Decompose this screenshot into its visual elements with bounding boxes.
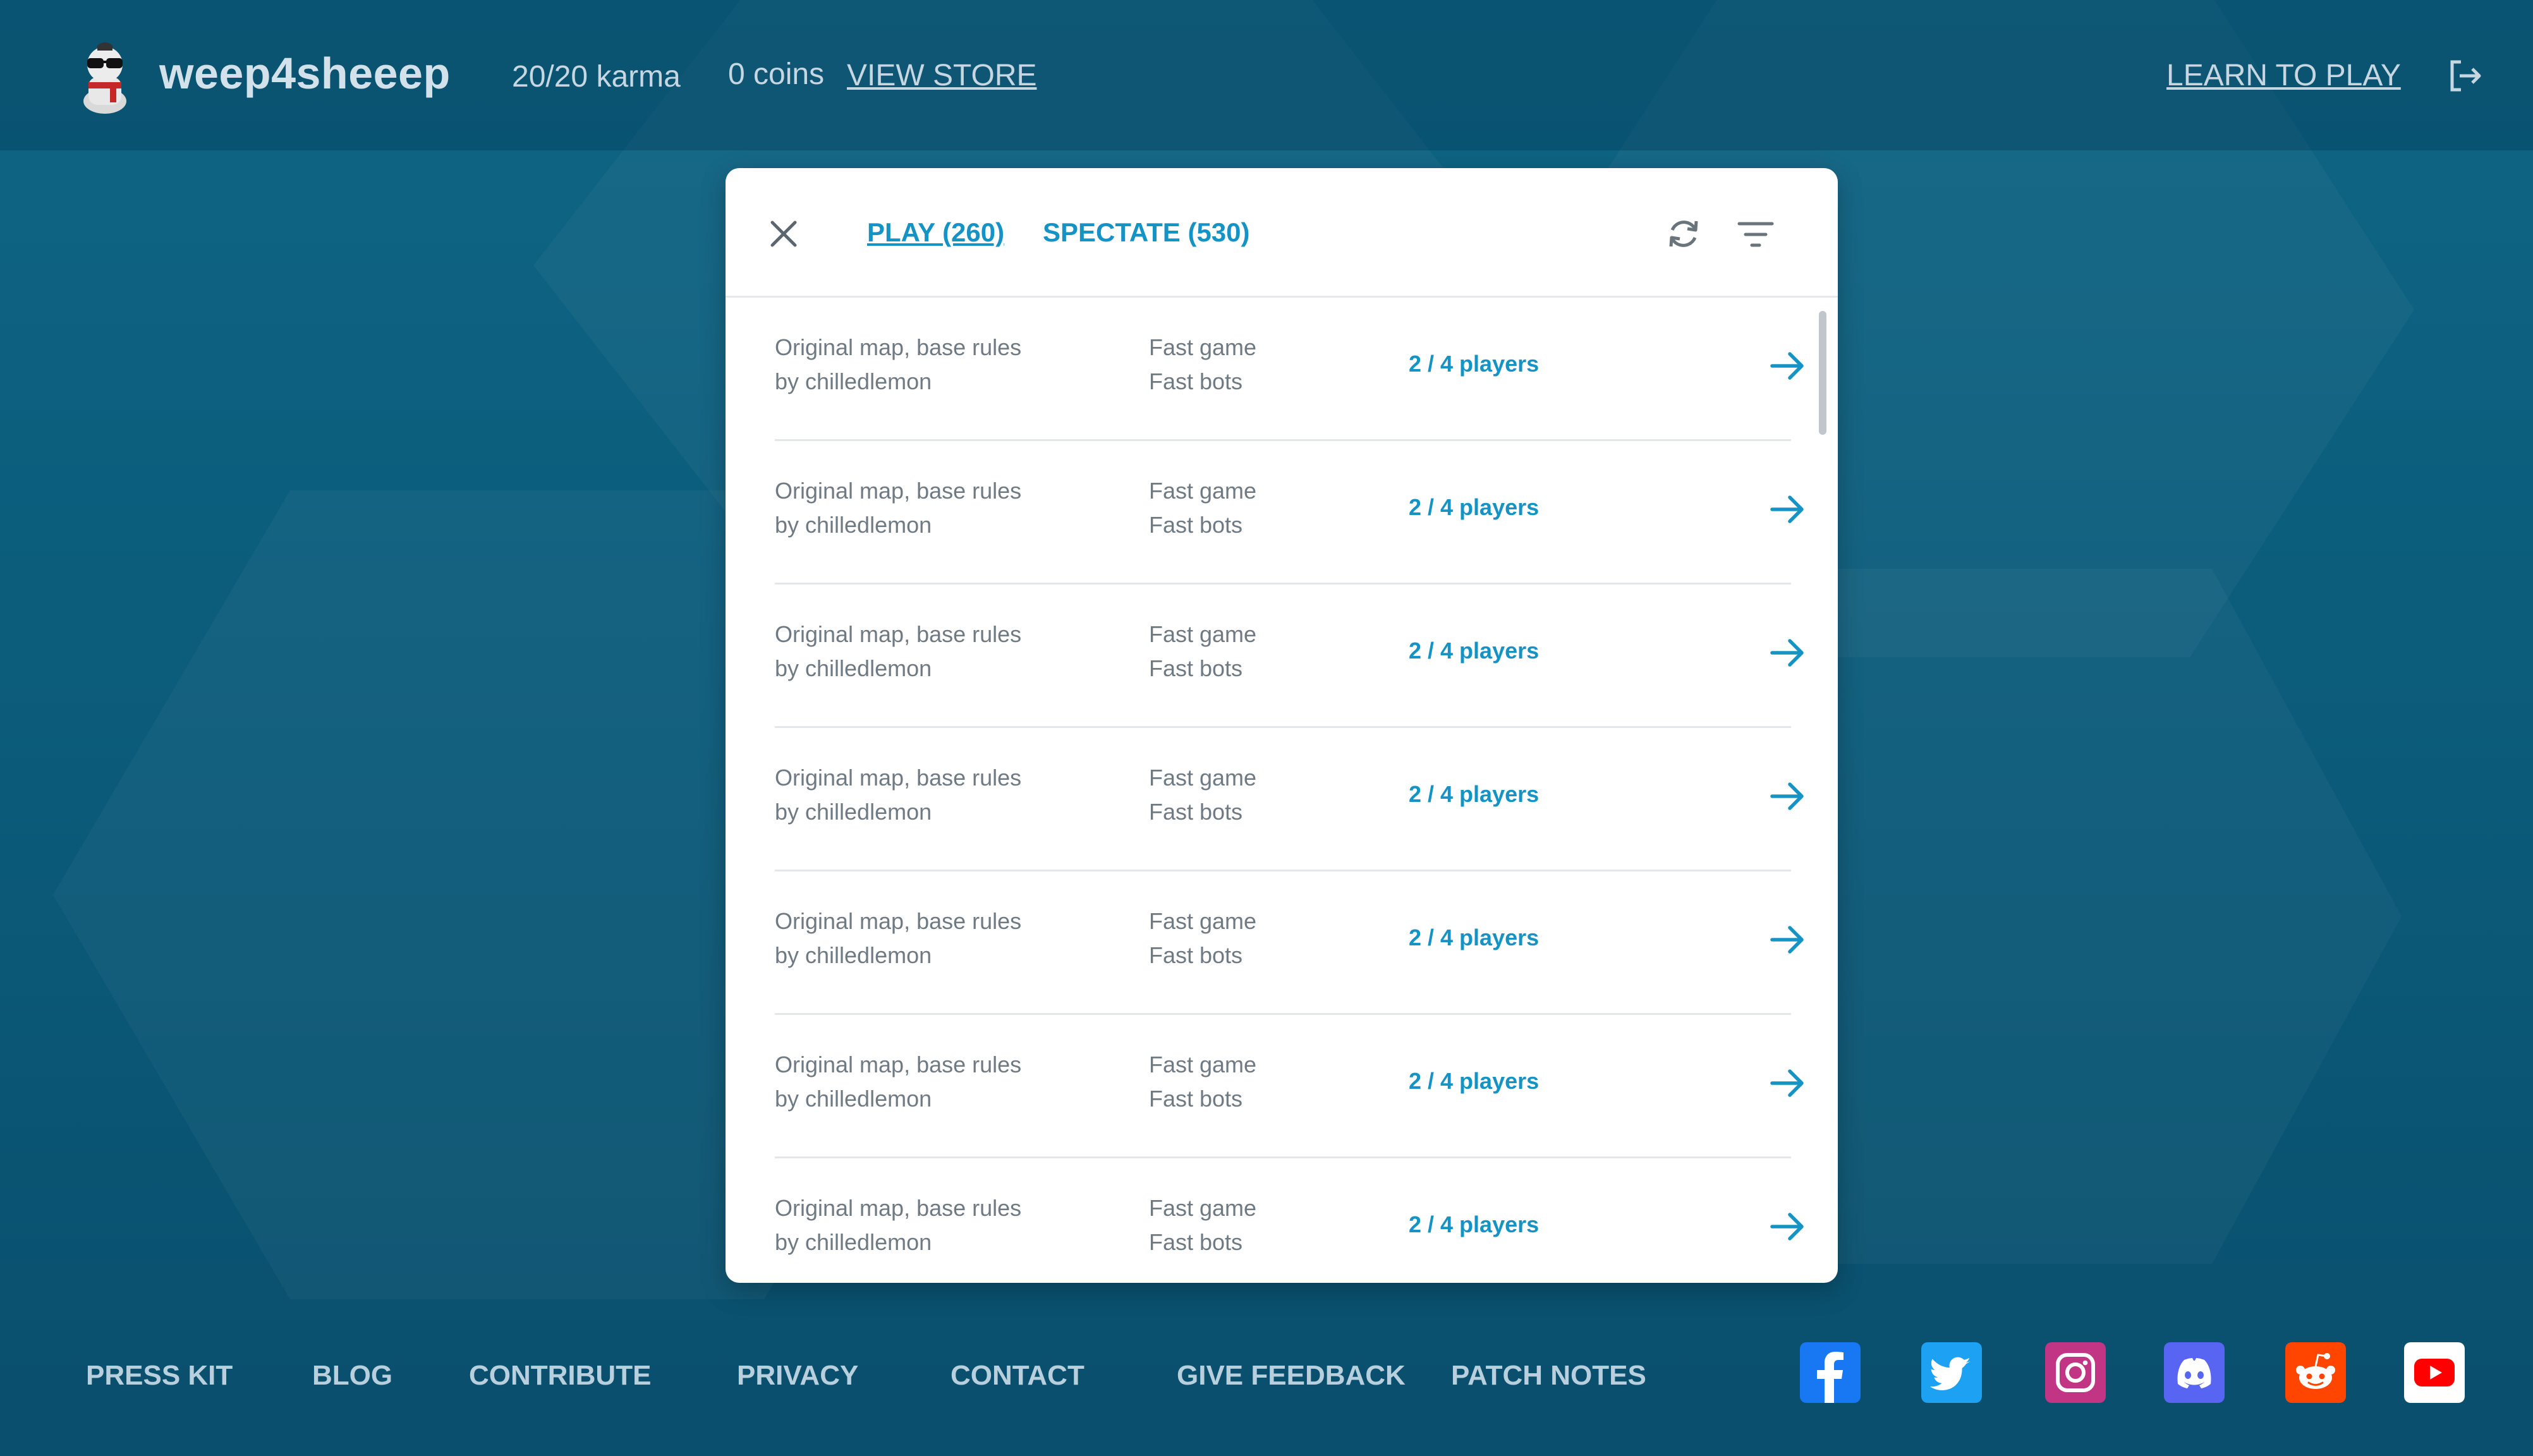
game-speed: Fast game — [1149, 765, 1257, 791]
player-count: 2 / 4 players — [1409, 1068, 1540, 1094]
game-bots: Fast bots — [1149, 1086, 1243, 1112]
game-row[interactable]: Original map, base rules by chilledlemon… — [775, 871, 1804, 1015]
game-map-info: Original map, base rules by chilledlemon — [775, 474, 1021, 542]
game-row[interactable]: Original map, base rules by chilledlemon… — [775, 585, 1804, 728]
game-map-info: Original map, base rules by chilledlemon — [775, 331, 1021, 399]
game-bots: Fast bots — [1149, 942, 1243, 968]
game-bots: Fast bots — [1149, 799, 1243, 825]
player-count: 2 / 4 players — [1409, 925, 1540, 950]
game-map-info: Original map, base rules by chilledlemon — [775, 761, 1021, 829]
game-map: Original map, base rules — [775, 1052, 1022, 1077]
reddit-icon[interactable] — [2285, 1342, 2346, 1403]
footer-link-privacy[interactable]: PRIVACY — [737, 1360, 858, 1392]
join-arrow-icon[interactable] — [1767, 1063, 1807, 1103]
view-store-link[interactable]: VIEW STORE — [847, 58, 1037, 93]
list-scrollbar[interactable] — [1819, 311, 1826, 435]
game-list-dialog: PLAY (260) SPECTATE (530) Original map, … — [726, 168, 1838, 1283]
player-count: 2 / 4 players — [1409, 781, 1540, 807]
game-speed: Fast game — [1149, 621, 1257, 647]
game-map: Original map, base rules — [775, 334, 1022, 360]
join-arrow-icon[interactable] — [1767, 919, 1807, 960]
game-map: Original map, base rules — [775, 908, 1022, 934]
footer-link-patch-notes[interactable]: PATCH NOTES — [1451, 1360, 1646, 1392]
discord-icon[interactable] — [2164, 1342, 2225, 1403]
game-map: Original map, base rules — [775, 478, 1022, 504]
game-row[interactable]: Original map, base rules by chilledlemon… — [775, 1015, 1804, 1158]
game-settings: Fast game Fast bots — [1149, 331, 1256, 399]
instagram-icon[interactable] — [2045, 1342, 2106, 1403]
footer-link-blog[interactable]: BLOG — [312, 1360, 392, 1392]
game-map-info: Original map, base rules by chilledlemon — [775, 1048, 1021, 1116]
karma-count: 20/20 karma — [512, 60, 681, 94]
game-author: by chilledlemon — [775, 942, 932, 968]
game-list: Original map, base rules by chilledlemon… — [726, 298, 1838, 1283]
join-arrow-icon[interactable] — [1767, 776, 1807, 816]
avatar[interactable] — [75, 38, 135, 114]
footer-link-contribute[interactable]: CONTRIBUTE — [469, 1360, 651, 1392]
dialog-header: PLAY (260) SPECTATE (530) — [726, 168, 1838, 298]
game-row[interactable]: Original map, base rules by chilledlemon… — [775, 728, 1804, 871]
game-author: by chilledlemon — [775, 512, 932, 538]
game-map: Original map, base rules — [775, 621, 1022, 647]
footer-link-contact[interactable]: CONTACT — [951, 1360, 1084, 1392]
game-bots: Fast bots — [1149, 655, 1243, 681]
youtube-icon[interactable] — [2404, 1342, 2465, 1403]
game-speed: Fast game — [1149, 334, 1257, 360]
player-count: 2 / 4 players — [1409, 351, 1540, 377]
game-map-info: Original map, base rules by chilledlemon — [775, 617, 1021, 686]
game-settings: Fast game Fast bots — [1149, 1048, 1256, 1116]
tab-play[interactable]: PLAY (260) — [867, 217, 1004, 248]
game-settings: Fast game Fast bots — [1149, 474, 1256, 542]
game-row[interactable]: Original map, base rules by chilledlemon… — [775, 441, 1804, 585]
game-settings: Fast game Fast bots — [1149, 761, 1256, 829]
join-arrow-icon[interactable] — [1767, 489, 1807, 530]
game-settings: Fast game Fast bots — [1149, 617, 1256, 686]
player-count: 2 / 4 players — [1409, 638, 1540, 664]
player-count: 2 / 4 players — [1409, 1211, 1540, 1237]
game-author: by chilledlemon — [775, 368, 932, 394]
game-map: Original map, base rules — [775, 1195, 1022, 1221]
facebook-icon[interactable] — [1800, 1342, 1861, 1403]
game-author: by chilledlemon — [775, 1086, 932, 1112]
logout-icon[interactable] — [2447, 58, 2482, 94]
game-map: Original map, base rules — [775, 765, 1022, 791]
filter-icon[interactable] — [1737, 219, 1775, 250]
twitter-icon[interactable] — [1921, 1342, 1982, 1403]
join-arrow-icon[interactable] — [1767, 346, 1807, 386]
learn-to-play-link[interactable]: LEARN TO PLAY — [2166, 58, 2401, 93]
game-speed: Fast game — [1149, 478, 1257, 504]
player-count: 2 / 4 players — [1409, 494, 1540, 520]
game-author: by chilledlemon — [775, 655, 932, 681]
top-bar: weep4sheeep 20/20 karma 0 coins VIEW STO… — [0, 0, 2533, 150]
game-bots: Fast bots — [1149, 512, 1243, 538]
game-map-info: Original map, base rules by chilledlemon — [775, 1191, 1021, 1259]
game-speed: Fast game — [1149, 1195, 1257, 1221]
game-speed: Fast game — [1149, 1052, 1257, 1077]
game-settings: Fast game Fast bots — [1149, 904, 1256, 973]
join-arrow-icon[interactable] — [1767, 1206, 1807, 1247]
footer-link-press-kit[interactable]: PRESS KIT — [86, 1360, 233, 1392]
close-icon[interactable] — [766, 216, 801, 252]
coins-count: 0 coins — [728, 58, 825, 91]
username: weep4sheeep — [159, 49, 451, 98]
footer-link-give-feedback[interactable]: GIVE FEEDBACK — [1177, 1360, 1406, 1392]
game-bots: Fast bots — [1149, 1229, 1243, 1255]
refresh-icon[interactable] — [1663, 214, 1704, 254]
game-author: by chilledlemon — [775, 799, 932, 825]
game-row[interactable]: Original map, base rules by chilledlemon… — [775, 1158, 1804, 1283]
game-map-info: Original map, base rules by chilledlemon — [775, 904, 1021, 973]
tab-spectate[interactable]: SPECTATE (530) — [1043, 217, 1250, 248]
join-arrow-icon[interactable] — [1767, 633, 1807, 673]
game-speed: Fast game — [1149, 908, 1257, 934]
game-author: by chilledlemon — [775, 1229, 932, 1255]
game-bots: Fast bots — [1149, 368, 1243, 394]
game-row[interactable]: Original map, base rules by chilledlemon… — [775, 298, 1804, 441]
game-settings: Fast game Fast bots — [1149, 1191, 1256, 1259]
